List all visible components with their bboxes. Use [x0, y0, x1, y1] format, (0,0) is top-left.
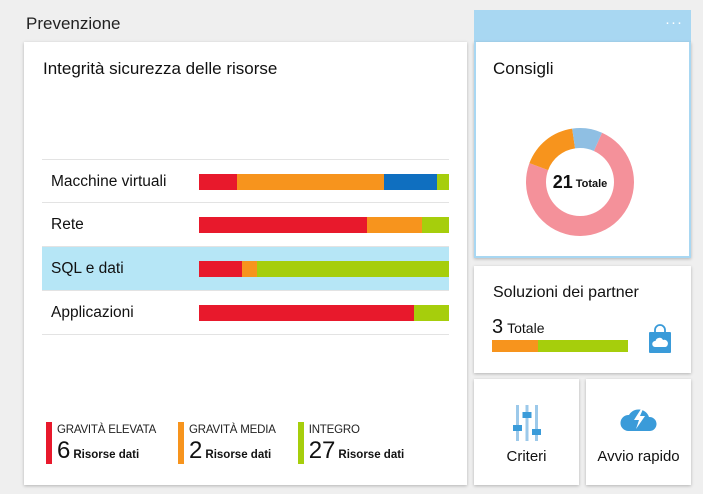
bar-segment-healthy	[421, 217, 449, 233]
legend-medium-severity[interactable]: GRAVITÀ MEDIA 2 Risorse dati	[178, 422, 276, 464]
more-options-icon[interactable]: ···	[665, 14, 683, 31]
legend-unit: Risorse dati	[205, 449, 272, 461]
resource-row-virtual-machines[interactable]: Macchine virtuali	[42, 159, 449, 203]
health-bar	[199, 261, 449, 277]
resource-row-label: Applicazioni	[51, 304, 134, 321]
resource-security-health-title: Integrità sicurezza delle risorse	[43, 59, 278, 78]
resource-row-applications[interactable]: Applicazioni	[42, 291, 449, 335]
sliders-icon	[512, 405, 541, 441]
recommendations-tile-header: ···	[474, 10, 691, 42]
policy-tile[interactable]: Criteri	[474, 379, 579, 485]
policy-tile-label: Criteri	[506, 448, 547, 465]
resource-row-label: Macchine virtuali	[51, 173, 167, 190]
bar-segment-low	[384, 174, 437, 190]
recommendations-total-count: 21	[552, 171, 573, 192]
legend-healthy[interactable]: INTEGRO 27 Risorse dati	[297, 422, 405, 464]
legend-swatch-medium	[178, 422, 185, 464]
bar-segment-medium	[241, 261, 257, 277]
legend-unit: Risorse dati	[338, 449, 405, 461]
partner-solutions-total: 3 Totale	[492, 316, 544, 339]
bar-segment-high	[199, 217, 367, 233]
bar-segment-healthy	[256, 261, 449, 277]
legend-unit: Risorse dati	[73, 449, 140, 461]
bar-segment-high	[199, 261, 242, 277]
bar-segment-healthy	[436, 174, 449, 190]
resource-row-label: Rete	[51, 216, 84, 233]
legend-swatch-healthy	[297, 422, 304, 464]
health-bar	[199, 174, 449, 190]
legend-swatch-high	[46, 422, 52, 464]
cloud-lightning-icon	[619, 409, 657, 431]
health-bar	[199, 217, 449, 233]
partner-solutions-title: Soluzioni dei partner	[493, 284, 639, 301]
legend-count: 6	[57, 437, 71, 464]
bar-segment-high	[199, 174, 237, 190]
legend-count: 2	[189, 437, 203, 464]
resource-row-sql-data[interactable]: SQL e dati	[42, 247, 449, 291]
legend-count: 27	[308, 437, 336, 464]
partner-bar-segment-medium	[492, 340, 539, 352]
page-title: Prevenzione	[26, 14, 121, 33]
resource-row-network[interactable]: Rete	[42, 203, 449, 247]
resource-row-label: SQL e dati	[51, 260, 124, 277]
bar-segment-medium	[366, 217, 422, 233]
recommendations-tile[interactable]: Consigli 21 Totale	[474, 42, 691, 258]
quickstart-tile-label: Avvio rapido	[597, 448, 680, 465]
partner-bar-segment-healthy	[538, 340, 628, 352]
quickstart-tile[interactable]: Avvio rapido	[586, 379, 691, 485]
recommendations-total-label: Totale	[575, 177, 608, 190]
bar-segment-medium	[236, 174, 384, 190]
health-bar	[199, 305, 449, 321]
partner-total-label: Totale	[507, 320, 545, 336]
bar-segment-high	[199, 305, 414, 321]
partner-solutions-tile[interactable]: Soluzioni dei partner 3 Totale	[474, 266, 691, 373]
partner-total-count: 3	[492, 316, 504, 338]
resource-security-health-tile[interactable]: Integrità sicurezza delle risorse Macchi…	[24, 42, 467, 485]
shopping-bag-cloud-icon	[649, 324, 671, 353]
legend-high-severity[interactable]: GRAVITÀ ELEVATA 6 Risorse dati	[46, 422, 157, 464]
recommendations-title: Consigli	[493, 59, 554, 78]
legend-label: GRAVITÀ ELEVATA	[57, 424, 157, 436]
resource-health-list: Macchine virtuali Rete SQL e dati Applic…	[42, 159, 449, 335]
partner-bar	[492, 340, 628, 352]
severity-legend: GRAVITÀ ELEVATA 6 Risorse dati GRAVITÀ ME…	[46, 422, 426, 464]
bar-segment-healthy	[414, 305, 449, 321]
recommendations-total: 21 Totale	[518, 120, 642, 244]
